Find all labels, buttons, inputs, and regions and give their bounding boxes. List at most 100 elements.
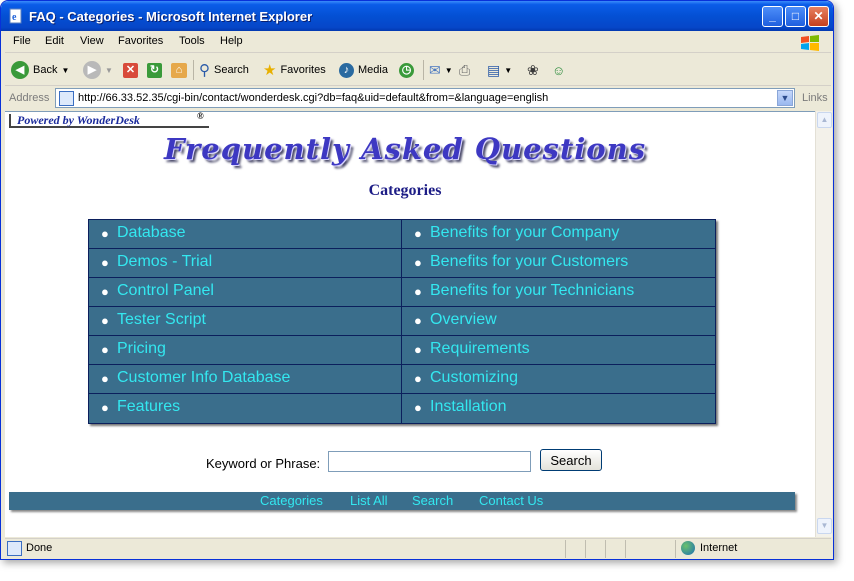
category-customer-info-database[interactable]: ● Customer Info Database	[89, 365, 402, 394]
footer-link-list-all[interactable]: List All	[350, 493, 388, 508]
print-button[interactable]: ⎙	[459, 60, 470, 80]
scroll-up-icon[interactable]: ▲	[817, 112, 832, 128]
registered-mark: ®	[197, 111, 204, 121]
minimize-button[interactable]: _	[762, 6, 783, 27]
page-icon	[59, 91, 74, 106]
category-tester-script[interactable]: ● Tester Script	[89, 307, 402, 336]
media-button[interactable]: ♪ Media	[339, 60, 388, 80]
stop-icon: ✕	[123, 62, 138, 78]
category-benefits-customers[interactable]: ● Benefits for your Customers	[402, 249, 715, 278]
window-title: FAQ - Categories - Microsoft Internet Ex…	[29, 9, 313, 24]
home-button[interactable]: ⌂	[171, 60, 187, 80]
search-icon: ⚲	[199, 62, 210, 79]
edit-button[interactable]: ▤ ▼	[487, 60, 512, 80]
powered-by-banner[interactable]: Powered by WonderDesk ®	[9, 111, 209, 128]
footer-nav: Categories List All Search Contact Us	[9, 492, 795, 510]
favorites-star-icon: ★	[263, 62, 277, 79]
back-dropdown-icon[interactable]: ▼	[61, 66, 69, 75]
svg-text:e: e	[12, 12, 17, 23]
refresh-icon: ↻	[147, 62, 162, 78]
powered-by-text[interactable]: Powered by WonderDesk	[17, 113, 140, 128]
search-button[interactable]: ⚲ Search	[199, 60, 249, 80]
address-url[interactable]: http://66.33.52.35/cgi-bin/contact/wonde…	[78, 92, 548, 104]
toolbar: ◀ Back ▼ ▶ ▼ ✕ ↻ ⌂ ⚲ Search ★ Favorites …	[5, 54, 831, 86]
status-divider	[585, 540, 586, 558]
stop-button[interactable]: ✕	[123, 60, 138, 80]
windows-logo-icon	[801, 35, 819, 51]
status-bar: Done Internet	[5, 538, 831, 558]
toolbar-separator	[193, 60, 194, 80]
address-field[interactable]: http://66.33.52.35/cgi-bin/contact/wonde…	[55, 88, 795, 108]
menu-tools[interactable]: Tools	[179, 35, 205, 47]
links-button[interactable]: Links	[802, 92, 828, 104]
messenger-icon: ☺	[552, 62, 566, 78]
mail-dropdown-icon: ▼	[444, 65, 453, 75]
close-button[interactable]: ✕	[808, 6, 829, 27]
back-button[interactable]: ◀ Back ▼	[11, 60, 69, 80]
category-pricing[interactable]: ● Pricing	[89, 336, 402, 365]
status-divider	[605, 540, 606, 558]
keyword-input[interactable]	[328, 451, 531, 472]
mail-button[interactable]: ✉ ▼	[429, 60, 453, 80]
menu-help[interactable]: Help	[220, 35, 243, 47]
page-title: Frequently Asked Questions	[163, 132, 647, 166]
category-overview[interactable]: ● Overview	[402, 307, 715, 336]
categories-heading: Categories	[368, 182, 442, 199]
toolbar-separator	[423, 60, 424, 80]
category-benefits-company[interactable]: ● Benefits for your Company	[402, 220, 715, 249]
category-database[interactable]: ● Database	[89, 220, 402, 249]
category-control-panel[interactable]: ● Control Panel	[89, 278, 402, 307]
title-bar: e FAQ - Categories - Microsoft Internet …	[1, 1, 833, 31]
internet-globe-icon	[681, 541, 695, 555]
page-content: Powered by WonderDesk ® Frequently Asked…	[5, 111, 815, 537]
menu-file[interactable]: File	[13, 35, 31, 47]
category-demos-trial[interactable]: ● Demos - Trial	[89, 249, 402, 278]
forward-dropdown-icon[interactable]: ▼	[105, 66, 113, 75]
status-text: Done	[26, 542, 53, 554]
category-benefits-technicians[interactable]: ● Benefits for your Technicians	[402, 278, 715, 307]
footer-link-categories[interactable]: Categories	[260, 493, 323, 508]
mail-icon: ✉	[429, 61, 441, 78]
history-icon: ◷	[399, 62, 414, 78]
keyword-label: Keyword or Phrase:	[206, 456, 321, 471]
maximize-button[interactable]: □	[785, 6, 806, 27]
menu-view[interactable]: View	[80, 35, 104, 47]
browser-window: e FAQ - Categories - Microsoft Internet …	[0, 0, 834, 560]
print-icon: ⎙	[459, 61, 471, 78]
scroll-down-icon[interactable]: ▼	[817, 518, 832, 534]
category-requirements[interactable]: ● Requirements	[402, 336, 715, 365]
edit-page-icon: ▤	[487, 61, 501, 78]
status-divider	[565, 540, 566, 558]
edit-dropdown-icon: ▼	[504, 65, 513, 75]
menu-edit[interactable]: Edit	[45, 35, 64, 47]
ie-page-icon: e	[9, 8, 22, 24]
discuss-button[interactable]: ❀	[527, 60, 539, 80]
media-icon: ♪	[339, 62, 354, 78]
category-features[interactable]: ● Features	[89, 394, 402, 423]
home-icon: ⌂	[171, 62, 187, 78]
back-arrow-icon: ◀	[11, 61, 29, 79]
history-button[interactable]: ◷	[399, 60, 414, 80]
address-dropdown-icon[interactable]: ▼	[777, 90, 793, 106]
favorites-button[interactable]: ★ Favorites	[263, 60, 326, 80]
category-installation[interactable]: ● Installation	[402, 394, 715, 423]
page-done-icon	[7, 541, 22, 556]
messenger-button[interactable]: ☺	[552, 60, 565, 80]
status-divider	[675, 540, 676, 558]
address-label: Address	[9, 92, 50, 104]
category-customizing[interactable]: ● Customizing	[402, 365, 715, 394]
forward-arrow-icon: ▶	[83, 61, 101, 79]
menu-bar: File Edit View Favorites Tools Help	[5, 31, 831, 53]
footer-link-search[interactable]: Search	[412, 493, 453, 508]
refresh-button[interactable]: ↻	[147, 60, 162, 80]
forward-button[interactable]: ▶ ▼	[83, 60, 113, 80]
categories-table: ● Database ● Demos - Trial ● Control Panel …	[88, 219, 716, 424]
status-divider	[625, 540, 626, 558]
discuss-icon: ❀	[527, 61, 539, 78]
vertical-scrollbar[interactable]: ▲ ▼	[815, 111, 832, 537]
security-zone: Internet	[700, 542, 738, 554]
footer-link-contact-us[interactable]: Contact Us	[479, 493, 543, 508]
address-bar: Address http://66.33.52.35/cgi-bin/conta…	[5, 87, 831, 110]
menu-favorites[interactable]: Favorites	[118, 35, 163, 47]
search-submit-button[interactable]: Search	[540, 449, 602, 471]
